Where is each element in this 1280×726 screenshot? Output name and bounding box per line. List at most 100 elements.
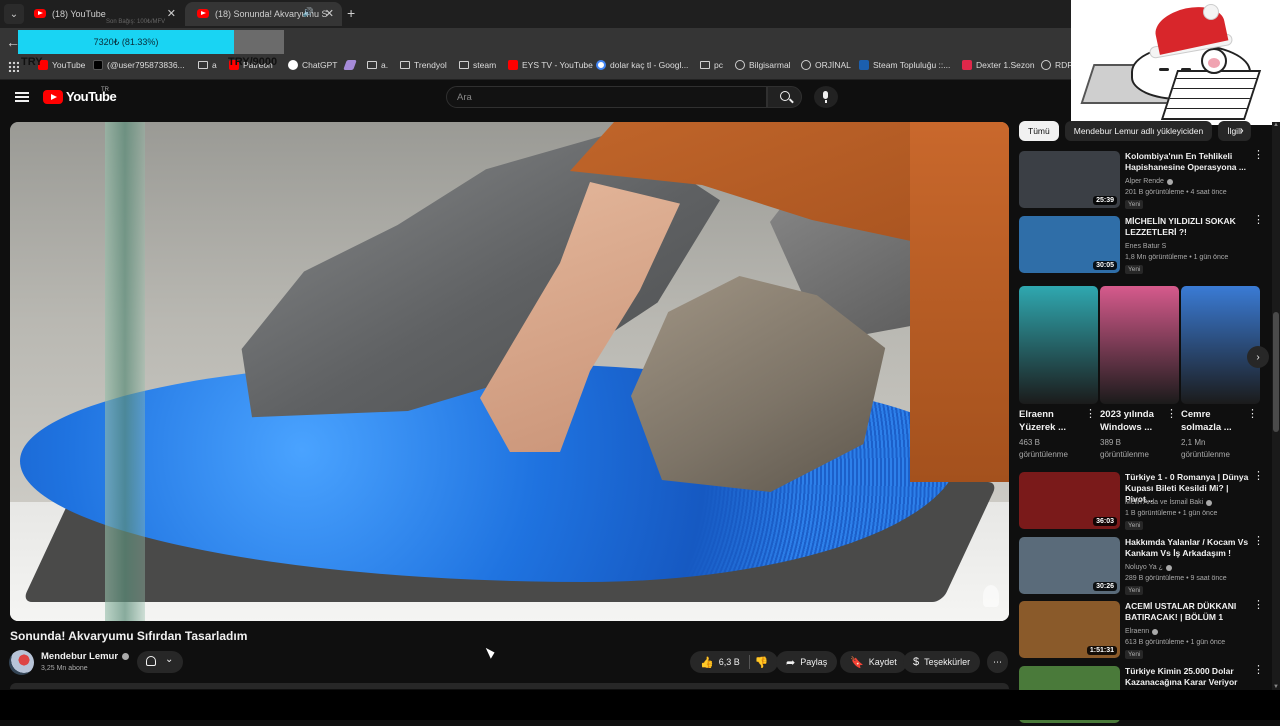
tab-search-button[interactable]: ⌄ [4,4,24,24]
video-thumbnail[interactable]: 1:51:31 [1019,601,1120,658]
video-thumbnail[interactable]: 36:03 [1019,472,1120,529]
recommended-video[interactable]: 1:51:31 ACEMİ USTALAR DÜKKANI BATIRACAK! … [1019,600,1269,661]
bookmark-item[interactable]: dolar kaç tl - Googl... [596,60,688,70]
more-options-icon[interactable]: ⋮ [1166,409,1177,420]
dislike-icon[interactable]: 👎 [755,656,769,669]
filter-chip[interactable]: İlgili [1218,121,1251,141]
video-thumbnail[interactable]: 30:26 [1019,537,1120,594]
bookmark-item[interactable]: Dexter 1.Sezon [962,60,1035,70]
youtube-favicon-icon [34,9,46,18]
bookmark-item[interactable]: steam [459,60,496,70]
like-icon[interactable]: 👍 [700,656,714,669]
audio-playing-icon[interactable]: 🔊 [303,7,314,18]
save-button[interactable]: 🔖 Kaydet [840,651,907,673]
bookmark-label: a. [381,60,389,70]
verified-icon [122,653,130,660]
short-title[interactable]: Cemre solmazla ... [1181,409,1241,434]
bookmark-label: Bilgisarmal [749,60,791,70]
bookmark-item[interactable]: ORJİNAL [801,60,851,70]
close-tab-icon[interactable]: ✕ [167,7,176,20]
short-thumbnail[interactable] [1181,286,1260,404]
more-options-icon[interactable]: ⋮ [1253,665,1264,676]
chevron-right-icon[interactable]: › [1240,125,1244,137]
video-thumbnail[interactable]: 25:39 [1019,151,1120,208]
like-count[interactable]: 6,3 B [719,657,740,667]
video-player[interactable] [10,122,1009,621]
channel-link[interactable]: Noluyo Ya ¿ [1125,564,1172,571]
bookmark-item[interactable]: Trendyol [400,60,447,70]
channel-link[interactable]: Melih Arda ve İsmail Baki [1125,499,1213,506]
bookmark-item[interactable]: EYS TV - YouTube [508,60,593,70]
video-title-link[interactable]: MİCHELİN YILDIZLI SOKAK LEZZETLERİ ?! [1125,216,1255,238]
bookmark-item[interactable]: a. [367,60,388,70]
voice-search-button[interactable] [814,86,838,108]
more-options-icon[interactable]: ⋮ [1253,536,1264,547]
bookmark-item[interactable]: ChatGPT [288,60,337,70]
short-thumbnail[interactable] [1019,286,1098,404]
filter-chip[interactable]: Mendebur Lemur adlı yükleyiciden [1064,121,1213,141]
tab-label: (18) YouTube [52,9,106,19]
video-title-link[interactable]: ACEMİ USTALAR DÜKKANI BATIRACAK! | BÖLÜM… [1125,601,1255,623]
bookmark-item[interactable]: YouTube [38,60,85,70]
short-title[interactable]: Elraenn Yüzerek ... [1019,409,1079,434]
short-card[interactable]: Cemre solmazla ... 2,1 Mn görüntülenme ⋮ [1181,286,1260,459]
video-title-link[interactable]: Hakkımda Yalanlar / Kocam Vs Kankam Vs İ… [1125,537,1255,559]
tab-current-video[interactable]: (18) Sonunda! Akvaryumu S 🔊 ✕ [185,2,342,26]
bookmark-item[interactable]: RDR [1041,60,1073,70]
youtube-logo-icon[interactable] [43,90,63,104]
bookmark-item[interactable] [343,60,359,70]
bookmark-item[interactable]: pc [700,60,723,70]
channel-avatar[interactable] [9,650,34,675]
video-title-link[interactable]: Kolombiya'nın En Tehlikeli Hapishanesine… [1125,151,1255,173]
folder-icon [400,61,410,69]
verified-icon [1152,628,1159,635]
menu-icon[interactable] [15,92,29,102]
notification-bell-button[interactable]: ⌄ [137,651,183,673]
channel-link[interactable]: Elraenn [1125,628,1159,635]
short-card[interactable]: Elraenn Yüzerek ... 463 B görüntülenme ⋮ [1019,286,1098,459]
sidebar-scrollbar[interactable]: ▲ ▼ [1272,122,1280,690]
description-box[interactable] [10,683,1009,689]
bookmark-item[interactable]: Steam Topluluğu ::... [859,60,950,70]
more-options-icon[interactable]: ⋮ [1253,150,1264,161]
channel-link[interactable]: Enes Batur S [1125,243,1166,250]
video-thumbnail[interactable]: 30:05 [1019,216,1120,273]
short-card[interactable]: 2023 yılında Windows ... 389 B görüntülen… [1100,286,1179,459]
bookmark-favicon-icon [735,60,745,70]
close-tab-icon[interactable]: ✕ [325,7,334,20]
search-input[interactable]: Ara [446,86,767,108]
more-actions-button[interactable]: ⋯ [987,651,1008,673]
bookmark-favicon-icon [801,60,811,70]
bookmark-item[interactable]: a [198,60,217,70]
recommended-video[interactable]: 30:05 MİCHELİN YILDIZLI SOKAK LEZZETLERİ … [1019,215,1269,276]
bookmark-item[interactable]: (@user795873836... [93,60,185,70]
recommended-video[interactable]: 25:39 Kolombiya'nın En Tehlikeli Hapishan… [1019,150,1269,211]
short-title[interactable]: 2023 yılında Windows ... [1100,409,1160,434]
apps-grid-icon[interactable] [8,61,19,72]
bookmark-favicon-icon [962,60,972,70]
channel-name-link[interactable]: Mendebur Lemur [41,651,130,662]
recommended-video[interactable]: 36:03 Türkiye 1 - 0 Romanya | Dünya Kupas… [1019,471,1269,532]
more-options-icon[interactable]: ⋮ [1253,215,1264,226]
channel-link[interactable]: Alper Rende [1125,178,1173,185]
more-options-icon[interactable]: ⋮ [1253,471,1264,482]
new-tab-button[interactable]: + [347,5,355,21]
more-options-icon[interactable]: ⋮ [1085,409,1096,420]
short-thumbnail[interactable] [1100,286,1179,404]
more-options-icon[interactable]: ⋮ [1247,409,1258,420]
more-options-icon[interactable]: ⋮ [1253,600,1264,611]
shorts-next-button[interactable]: › [1247,346,1269,368]
recommended-video[interactable]: 30:26 Hakkımda Yalanlar / Kocam Vs Kankam… [1019,536,1269,597]
bookmark-icon: 🔖 [850,656,864,669]
share-button[interactable]: ➦ Paylaş [776,651,838,673]
search-button[interactable] [767,86,802,108]
chevron-down-icon: ⌄ [165,654,174,665]
short-views: 463 B görüntülenme [1019,438,1068,459]
thanks-button[interactable]: $ Teşekkürler [903,651,981,673]
filter-chip[interactable]: Tümü [1019,121,1059,141]
scrollbar-thumb[interactable] [1273,312,1279,432]
channel-watermark-icon[interactable] [983,585,999,607]
video-title-link[interactable]: Türkiye Kimin 25.000 Dolar Kazanacağına … [1125,666,1255,688]
scroll-up-icon[interactable]: ▲ [1273,122,1279,128]
bookmark-item[interactable]: Bilgisarmal [735,60,791,70]
